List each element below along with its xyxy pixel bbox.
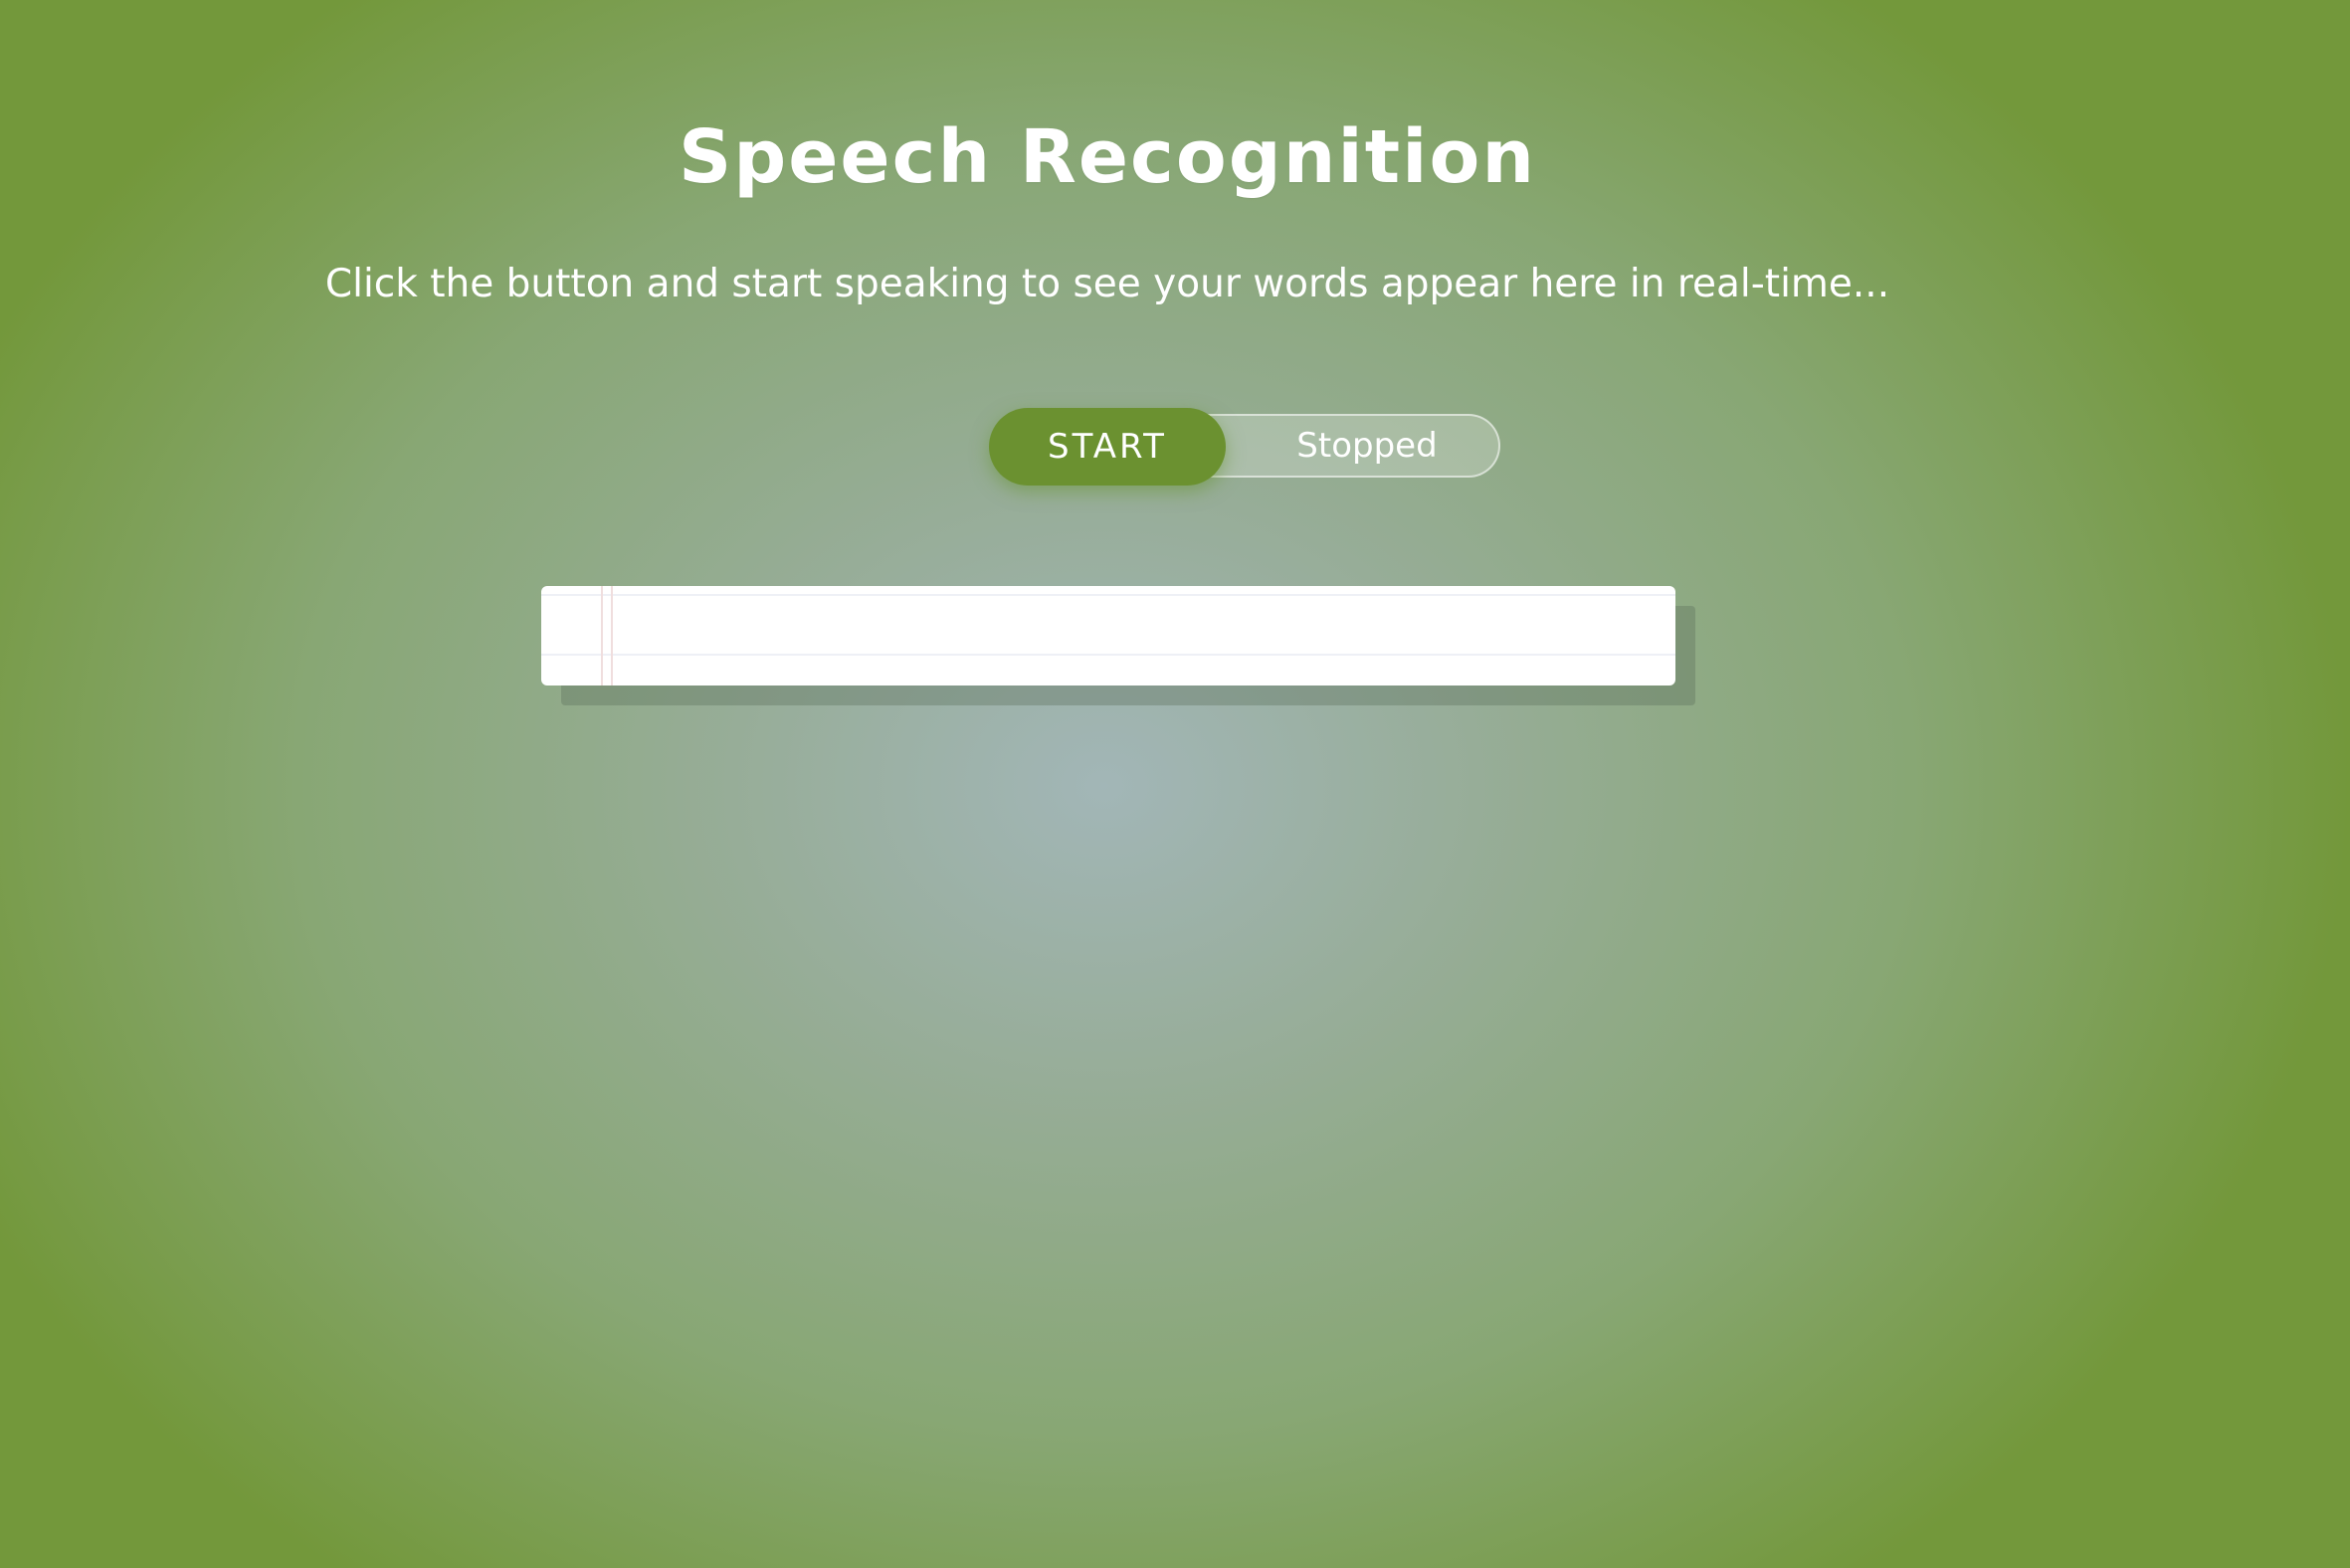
page-subtitle: Click the button and start speaking to s… — [324, 262, 1890, 306]
transcript-text[interactable] — [621, 600, 1656, 676]
paper-margin-line — [601, 586, 603, 686]
recognition-controls: Stopped START — [989, 408, 1506, 488]
paper-margin-line — [611, 586, 613, 686]
transcript-paper[interactable] — [541, 586, 1675, 686]
status-label: Stopped — [1296, 426, 1438, 466]
start-button[interactable]: START — [989, 408, 1226, 486]
page-title: Speech Recognition — [678, 114, 1537, 200]
paper-ruled-line — [541, 594, 1675, 596]
